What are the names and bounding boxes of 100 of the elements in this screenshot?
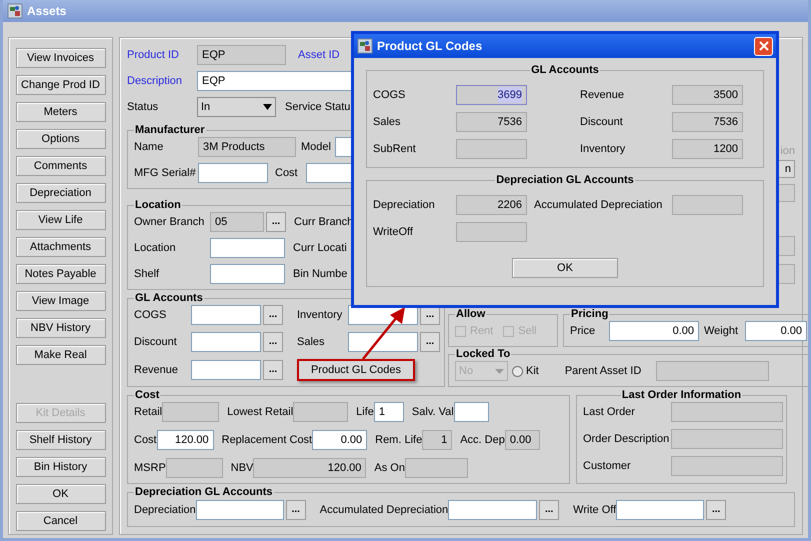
field-label: SubRent [373, 142, 417, 157]
field-label: Discount [580, 114, 624, 130]
field-label: Salv. Val [412, 406, 454, 418]
field-label: WriteOff [373, 224, 414, 240]
side-button[interactable]: Cancel [16, 511, 106, 531]
field-label: Owner Branch [134, 214, 206, 230]
field-label: COGS [373, 88, 406, 103]
side-button[interactable]: Depreciation [16, 183, 106, 203]
product-gl-codes-button[interactable]: Product GL Codes [297, 359, 415, 381]
side-button[interactable]: Change Prod ID [16, 75, 106, 95]
browse-button[interactable]: ... [263, 305, 283, 325]
field-label: Rem. Life [375, 434, 422, 446]
field-label: Cost [134, 434, 157, 446]
input-field[interactable] [454, 402, 489, 422]
input-field[interactable] [191, 332, 261, 352]
field-label: Revenue [580, 88, 626, 103]
field-label: Sales [373, 114, 402, 130]
side-button[interactable]: Meters [16, 102, 106, 122]
field-label: Service Statu [285, 100, 350, 113]
side-button[interactable]: Attachments [16, 237, 106, 257]
side-button[interactable]: Notes Payable [16, 264, 106, 284]
input-field[interactable]: 1 [374, 402, 404, 422]
readonly-field: 1 [422, 430, 452, 450]
input-field[interactable]: 0.00 [312, 430, 368, 450]
input-field[interactable] [210, 238, 285, 258]
field-label: Weight [704, 324, 738, 337]
browse-button[interactable]: ... [266, 212, 286, 232]
input-field[interactable] [210, 264, 285, 284]
input-field[interactable] [616, 500, 704, 520]
browse-button[interactable]: ... [706, 500, 726, 520]
field-label: Replacement Cost [222, 434, 312, 446]
side-button[interactable]: Options [16, 129, 106, 149]
caret-icon [263, 104, 272, 110]
input-field[interactable]: 0.00 [609, 321, 699, 341]
group-title: Depreciation GL Accounts [134, 486, 274, 499]
field-label: Last Order [583, 404, 636, 420]
group-title: Pricing [570, 308, 610, 321]
browse-button[interactable]: ... [263, 332, 283, 352]
field-label: Depreciation [134, 504, 196, 516]
input-field[interactable] [198, 163, 268, 183]
side-button[interactable]: Make Real [16, 345, 106, 365]
readonly-field: EQP [197, 45, 286, 65]
field-label: Write Off [573, 504, 616, 516]
field-label: Model [301, 140, 331, 153]
dialog-title: Product GL Codes [377, 38, 482, 55]
field-label: Revenue [134, 362, 180, 378]
ok-button[interactable]: OK [512, 258, 618, 278]
browse-button[interactable]: ... [263, 360, 283, 380]
field-label: Life [356, 406, 374, 418]
field-label: Depreciation [373, 198, 436, 213]
readonly-field: 3M Products [198, 137, 296, 157]
field-label: Name [134, 140, 164, 155]
field-label: MSRP [134, 462, 166, 474]
field-label: Bin Numbe [293, 268, 348, 280]
field-label: Accumulated Depreciation [534, 198, 662, 211]
field-label: Customer [583, 458, 632, 474]
browse-button[interactable]: ... [420, 332, 440, 352]
side-button[interactable]: OK [16, 484, 106, 504]
status-dropdown[interactable]: In [197, 97, 276, 117]
browse-button[interactable]: ... [539, 500, 560, 520]
input-field[interactable] [448, 500, 538, 520]
window-title: Assets [27, 3, 66, 20]
field-label: Shelf [134, 266, 160, 282]
field-label: Asset ID [298, 48, 340, 61]
caret-icon [495, 368, 504, 374]
field-label: Order Description [583, 432, 670, 447]
readonly-field: 05 [210, 212, 264, 232]
radio-button[interactable]: Kit [512, 362, 539, 380]
side-button[interactable]: View Invoices [16, 48, 106, 68]
input-field[interactable] [196, 500, 284, 520]
field-label: Price [570, 324, 596, 337]
field-label: Lowest Retail [227, 406, 294, 418]
close-button[interactable] [754, 36, 773, 56]
field-label: Accumulated Depreciation [320, 504, 448, 516]
readonly-field: 0.00 [504, 430, 540, 450]
field-label: Inventory [580, 142, 626, 157]
field-label: Cost [275, 166, 298, 179]
input-field[interactable]: 120.00 [156, 430, 214, 450]
side-button[interactable]: View Image [16, 291, 106, 311]
side-button[interactable]: View Life [16, 210, 106, 230]
group-title: Depreciation GL Accounts [495, 174, 635, 187]
group-title: Allow [455, 308, 486, 321]
browse-button[interactable]: ... [286, 500, 306, 520]
group-title: GL Accounts [134, 292, 204, 305]
field-label: COGS [134, 308, 168, 323]
input-field[interactable]: 0.00 [745, 321, 808, 341]
readonly-field: 1200 [672, 139, 743, 159]
input-field[interactable] [348, 332, 418, 352]
field-label: Sales [297, 334, 326, 350]
side-button[interactable]: Comments [16, 156, 106, 176]
field-label: As On [374, 462, 405, 474]
side-button[interactable]: NBV History [16, 318, 106, 338]
group-title: Manufacturer [134, 124, 206, 137]
side-button[interactable]: Shelf History [16, 430, 106, 450]
app-icon [357, 38, 373, 54]
input-field[interactable] [191, 305, 261, 325]
group-title: Last Order Information [620, 389, 742, 402]
input-field[interactable] [191, 360, 261, 380]
side-button[interactable]: Bin History [16, 457, 106, 477]
field-label: Retail [134, 406, 162, 418]
